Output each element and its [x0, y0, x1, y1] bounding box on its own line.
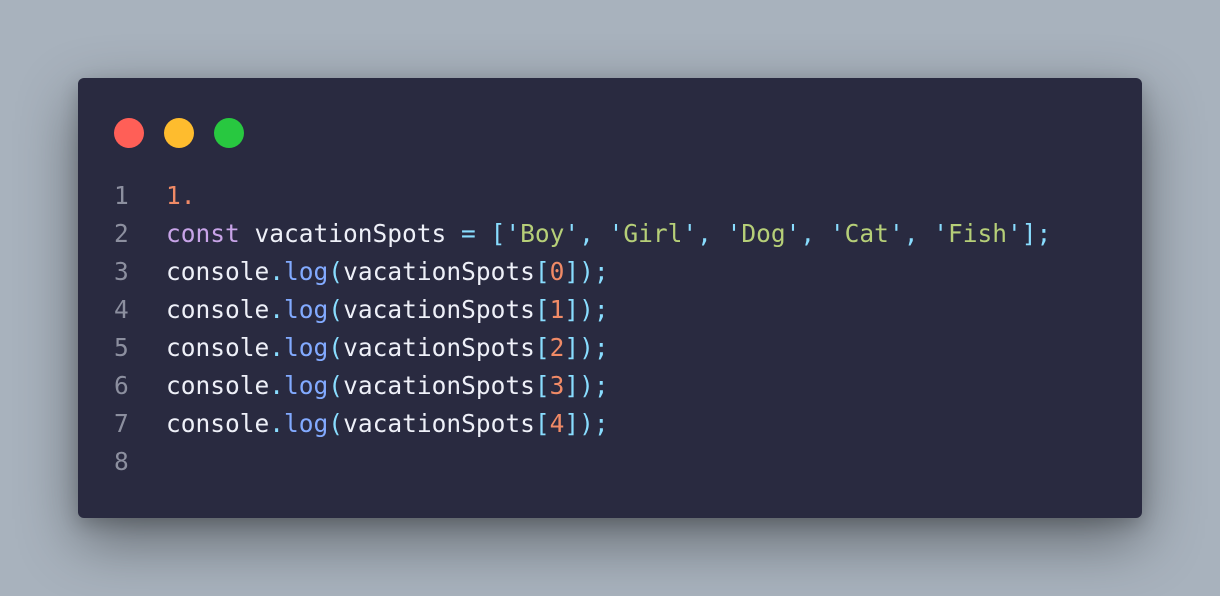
code-text: console.log(vacationSpots[0]);: [166, 253, 609, 291]
code-token: ', ': [785, 219, 845, 248]
code-token: console: [166, 295, 270, 324]
code-token: ', ': [564, 219, 624, 248]
code-text: 1.: [166, 177, 196, 215]
minimize-dot-icon[interactable]: [164, 118, 194, 148]
code-token: ]);: [564, 409, 609, 438]
line-number: 3: [114, 257, 129, 286]
code-token: (: [328, 257, 344, 286]
code-token: ]);: [564, 257, 609, 286]
code-line: 2 const vacationSpots = ['Boy', 'Girl', '…: [78, 215, 1142, 253]
code-token: console: [166, 371, 270, 400]
code-token: [: [534, 409, 550, 438]
line-number: 6: [114, 371, 129, 400]
code-token: Boy: [520, 219, 565, 248]
code-line: 6 console.log(vacationSpots[3]);: [78, 367, 1142, 405]
code-token: console: [166, 409, 270, 438]
code-token: log: [284, 295, 329, 324]
code-token: console: [166, 333, 270, 362]
code-token: vacationSpots: [343, 333, 535, 362]
code-token: .: [269, 257, 285, 286]
window-controls: [114, 118, 264, 148]
code-token: 1: [549, 295, 565, 324]
code-line: 7 console.log(vacationSpots[4]);: [78, 405, 1142, 443]
code-text: console.log(vacationSpots[4]);: [166, 405, 609, 443]
code-token: .: [269, 409, 285, 438]
code-token: ]);: [564, 295, 609, 324]
code-token: 1.: [166, 181, 196, 210]
code-token: .: [269, 333, 285, 362]
code-token: 3: [549, 371, 565, 400]
code-token: log: [284, 409, 329, 438]
code-token: [: [534, 257, 550, 286]
code-token: const: [166, 219, 240, 248]
code-token: log: [284, 257, 329, 286]
code-line: 4 console.log(vacationSpots[1]);: [78, 291, 1142, 329]
code-line: 5 console.log(vacationSpots[2]);: [78, 329, 1142, 367]
code-line: 8: [78, 443, 1142, 481]
code-text: console.log(vacationSpots[3]);: [166, 367, 609, 405]
code-token: .: [269, 371, 285, 400]
code-token: .: [269, 295, 285, 324]
maximize-dot-icon[interactable]: [214, 118, 244, 148]
code-token: vacationSpots: [343, 371, 535, 400]
line-number: 4: [114, 295, 129, 324]
code-token: [: [534, 295, 550, 324]
code-token: (: [328, 295, 344, 324]
line-number: 8: [114, 447, 129, 476]
close-dot-icon[interactable]: [114, 118, 144, 148]
code-token: 0: [549, 257, 565, 286]
code-token: (: [328, 333, 344, 362]
code-token: 2: [549, 333, 565, 362]
code-token: console: [166, 257, 270, 286]
code-text: const vacationSpots = ['Boy', 'Girl', 'D…: [166, 215, 1051, 253]
code-token: 4: [549, 409, 565, 438]
code-line: 3 console.log(vacationSpots[0]);: [78, 253, 1142, 291]
code-block: 1 1. 2 const vacationSpots = ['Boy', 'Girl'…: [78, 177, 1142, 481]
code-token: Dog: [741, 219, 786, 248]
line-number: 5: [114, 333, 129, 362]
code-token: vacationSpots: [343, 257, 535, 286]
code-line: 1 1.: [78, 177, 1142, 215]
code-token: Girl: [623, 219, 683, 248]
code-token: =: [461, 219, 476, 248]
code-token: vacationSpots: [239, 219, 462, 248]
code-token: Cat: [844, 219, 889, 248]
code-token: [: [534, 333, 550, 362]
code-window: 1 1. 2 const vacationSpots = ['Boy', 'Girl'…: [78, 78, 1142, 518]
code-token: vacationSpots: [343, 409, 535, 438]
line-number: 7: [114, 409, 129, 438]
code-token: '];: [1006, 219, 1052, 248]
code-token: ', ': [682, 219, 742, 248]
code-token: log: [284, 333, 329, 362]
code-token: log: [284, 371, 329, 400]
code-token: (: [328, 409, 344, 438]
code-token: (: [328, 371, 344, 400]
code-token: ]);: [564, 333, 609, 362]
code-text: console.log(vacationSpots[1]);: [166, 291, 609, 329]
code-token: ]);: [564, 371, 609, 400]
line-number: 2: [114, 219, 129, 248]
code-text: console.log(vacationSpots[2]);: [166, 329, 609, 367]
code-token: ', ': [888, 219, 948, 248]
code-token: Fish: [947, 219, 1007, 248]
code-token: vacationSpots: [343, 295, 535, 324]
line-number: 1: [114, 181, 129, 210]
code-token: [': [490, 219, 521, 248]
code-token: [: [534, 371, 550, 400]
